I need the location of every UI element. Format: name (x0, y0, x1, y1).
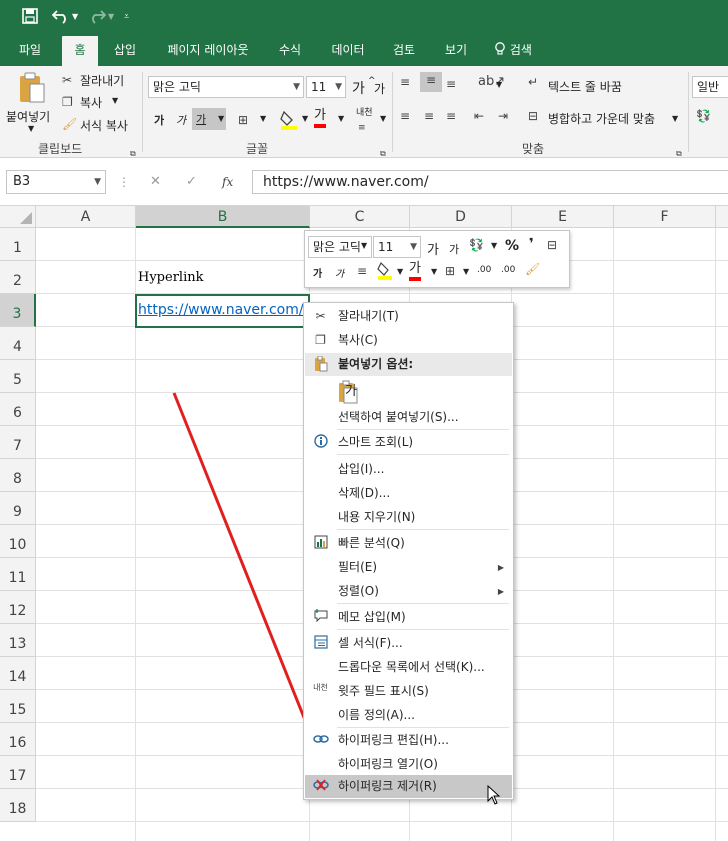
menu-separator (337, 603, 509, 604)
mini-fill-color-icon[interactable] (377, 261, 393, 285)
phonetic-icon: 내천 (313, 683, 328, 692)
menu-item-label: 셀 서식(F)... (338, 636, 403, 650)
menu-item-format-cells[interactable]: 셀 서식(F)... (305, 632, 512, 655)
menu-item-show-phonetic-field[interactable]: 내천 윗주 필드 표시(S) (305, 680, 512, 703)
menu-header-paste-options: 붙여넣기 옵션: (305, 353, 512, 376)
mini-font-color-button[interactable]: 가 (409, 261, 421, 281)
menu-item-label: 하이퍼링크 제거(R) (338, 779, 437, 793)
smart-lookup-icon (312, 434, 329, 451)
quick-analysis-icon (312, 535, 329, 552)
menu-item-paste-special[interactable]: 선택하여 붙여넣기(S)... (305, 406, 512, 429)
menu-item-insert[interactable]: 삽입(I)... (305, 458, 512, 481)
menu-item-delete[interactable]: 삭제(D)... (305, 482, 512, 505)
menu-item-label: 빠른 분석(Q) (338, 536, 405, 550)
menu-item-pick-from-dropdown[interactable]: 드롭다운 목록에서 선택(K)... (305, 656, 512, 679)
copy-icon: ❐ (315, 333, 326, 347)
menu-item-label: 선택하여 붙여넣기(S)... (338, 410, 459, 424)
mini-shrink-font-button[interactable]: 가 (449, 241, 459, 257)
mini-grow-font-button[interactable]: 가 (427, 239, 439, 258)
menu-item-cut[interactable]: ✂ 잘라내기(T) (305, 305, 512, 328)
menu-separator (337, 429, 509, 430)
mini-comma-button[interactable]: ❜ (529, 236, 534, 252)
menu-item-label: 드롭다운 목록에서 선택(K)... (338, 660, 485, 674)
mini-bold-button[interactable]: 가 (313, 265, 322, 280)
mini-format-painter-icon[interactable]: 🖌 (525, 261, 540, 277)
clipboard-icon (312, 355, 329, 373)
remove-link-icon (312, 778, 329, 795)
menu-header-label: 붙여넣기 옵션: (338, 357, 414, 371)
mini-borders-icon[interactable]: ⊞ (445, 263, 455, 279)
mini-accounting-format-icon[interactable]: 💱 (469, 237, 484, 253)
menu-item-label: 내용 지우기(N) (338, 510, 416, 524)
submenu-arrow-icon: ▶ (497, 587, 504, 596)
menu-separator (337, 727, 509, 728)
menu-item-filter[interactable]: 필터(E) ▶ (305, 556, 512, 579)
mini-decrease-decimal-button[interactable]: .00 (501, 265, 515, 275)
paste-values-glyph: 가 (345, 384, 357, 399)
mini-toolbar: 맑은 고딕 ▼ 11 ▼ 가 가 💱 ▼ % ❜ ⊟ 가 가 ≡ ▼ 가 ▼ ⊞… (304, 230, 570, 288)
mini-italic-button[interactable]: 가 (335, 265, 344, 280)
menu-separator (337, 454, 509, 455)
mini-borders-dropdown-icon[interactable]: ▼ (463, 267, 469, 276)
format-cells-icon (312, 635, 329, 652)
mini-font-name-value: 맑은 고딕 (313, 240, 361, 254)
mini-align-center-icon[interactable]: ≡ (357, 263, 367, 279)
menu-item-edit-hyperlink[interactable]: 하이퍼링크 편집(H)... (305, 729, 512, 752)
mini-font-size-select[interactable]: 11 ▼ (373, 236, 421, 258)
menu-separator (337, 629, 509, 630)
submenu-arrow-icon: ▶ (497, 563, 504, 572)
menu-item-insert-comment[interactable]: 메모 삽입(M) (305, 606, 512, 629)
menu-item-label: 메모 삽입(M) (338, 610, 406, 624)
mini-accounting-dropdown-icon[interactable]: ▼ (491, 241, 497, 250)
mini-increase-decimal-button[interactable]: .00 (477, 265, 491, 275)
menu-item-label: 삽입(I)... (338, 462, 385, 476)
menu-item-quick-analysis[interactable]: 빠른 분석(Q) (305, 532, 512, 555)
link-icon (312, 732, 329, 749)
menu-item-smart-lookup[interactable]: 스마트 조회(L) (305, 431, 512, 454)
mini-font-size-value: 11 (378, 240, 394, 254)
chevron-down-icon: ▼ (410, 242, 417, 252)
menu-item-copy[interactable]: ❐ 복사(C) (305, 329, 512, 352)
menu-item-define-name[interactable]: 이름 정의(A)... (305, 704, 512, 727)
mini-fill-dropdown-icon[interactable]: ▼ (397, 267, 403, 276)
menu-separator (337, 529, 509, 530)
mini-font-color-dropdown-icon[interactable]: ▼ (431, 267, 437, 276)
menu-item-label: 필터(E) (338, 560, 378, 574)
menu-item-clear-contents[interactable]: 내용 지우기(N) (305, 506, 512, 529)
menu-item-label: 이름 정의(A)... (338, 708, 415, 722)
menu-item-label: 정렬(O) (338, 584, 379, 598)
menu-item-label: 스마트 조회(L) (338, 435, 414, 449)
chevron-down-icon: ▼ (361, 241, 368, 250)
mouse-cursor-icon (487, 785, 501, 805)
scissors-icon: ✂ (315, 309, 326, 323)
menu-item-label: 하이퍼링크 편집(H)... (338, 733, 449, 747)
paste-option-values[interactable]: 가 (305, 379, 512, 405)
menu-item-open-hyperlink[interactable]: 하이퍼링크 열기(O) (305, 753, 512, 776)
context-menu: ✂ 잘라내기(T) ❐ 복사(C) 붙여넣기 옵션: 가 선택하여 붙여넣기(S… (303, 302, 514, 800)
menu-item-label: 하이퍼링크 열기(O) (338, 757, 438, 771)
comment-icon (312, 609, 329, 626)
menu-item-label: 복사(C) (338, 333, 378, 347)
mini-percent-button[interactable]: % (505, 238, 519, 254)
menu-item-label: 잘라내기(T) (338, 309, 399, 323)
annotation-arrow-line (172, 392, 315, 741)
menu-item-remove-hyperlink[interactable]: 하이퍼링크 제거(R) (305, 775, 512, 798)
mini-merge-center-icon[interactable]: ⊟ (547, 237, 557, 253)
menu-item-sort[interactable]: 정렬(O) ▶ (305, 580, 512, 603)
menu-item-label: 윗주 필드 표시(S) (338, 684, 429, 698)
menu-item-label: 삭제(D)... (338, 486, 391, 500)
